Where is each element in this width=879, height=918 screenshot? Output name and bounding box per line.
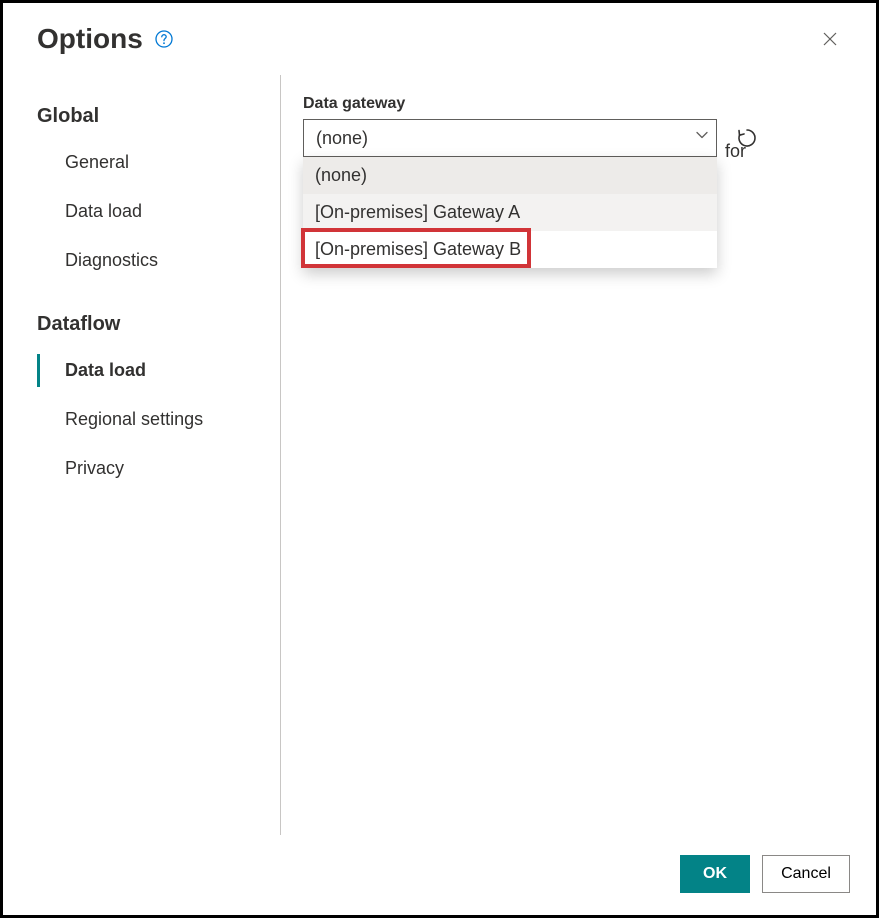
partial-description-text: for (725, 141, 746, 162)
sidebar-section-dataflow: Dataflow (3, 303, 280, 346)
help-icon[interactable] (155, 30, 173, 48)
gateway-combobox[interactable]: (none) (none) [On-premises] Gateway A [O… (303, 119, 717, 157)
close-button[interactable] (814, 23, 846, 55)
options-dialog: Options Global General Data load Diagnos… (0, 0, 879, 918)
dialog-header: Options (3, 3, 876, 65)
cancel-button[interactable]: Cancel (762, 855, 850, 893)
dialog-footer: OK Cancel (680, 855, 850, 893)
sidebar-item-diagnostics[interactable]: Diagnostics (3, 236, 280, 285)
gateway-field-label: Data gateway (303, 95, 846, 113)
sidebar-item-regional-settings[interactable]: Regional settings (3, 395, 280, 444)
gateway-option-gateway-a[interactable]: [On-premises] Gateway A (303, 194, 717, 231)
gateway-row: (none) (none) [On-premises] Gateway A [O… (303, 119, 846, 157)
sidebar-section-global: Global (3, 95, 280, 138)
gateway-dropdown: (none) [On-premises] Gateway A [On-premi… (303, 157, 717, 268)
sidebar: Global General Data load Diagnostics Dat… (3, 75, 281, 835)
ok-button[interactable]: OK (680, 855, 750, 893)
sidebar-item-general[interactable]: General (3, 138, 280, 187)
gateway-combobox-input[interactable]: (none) (303, 119, 717, 157)
close-icon (822, 31, 838, 47)
sidebar-item-global-data-load[interactable]: Data load (3, 187, 280, 236)
dialog-body: Global General Data load Diagnostics Dat… (3, 65, 876, 915)
sidebar-item-dataflow-data-load[interactable]: Data load (3, 346, 280, 395)
sidebar-item-privacy[interactable]: Privacy (3, 444, 280, 493)
gateway-option-none[interactable]: (none) (303, 157, 717, 194)
content-pane: Data gateway (none) (none) [On-premises]… (281, 65, 876, 915)
gateway-option-gateway-b[interactable]: [On-premises] Gateway B (303, 231, 717, 268)
dialog-title: Options (37, 23, 143, 55)
gateway-selected-value: (none) (316, 128, 368, 149)
